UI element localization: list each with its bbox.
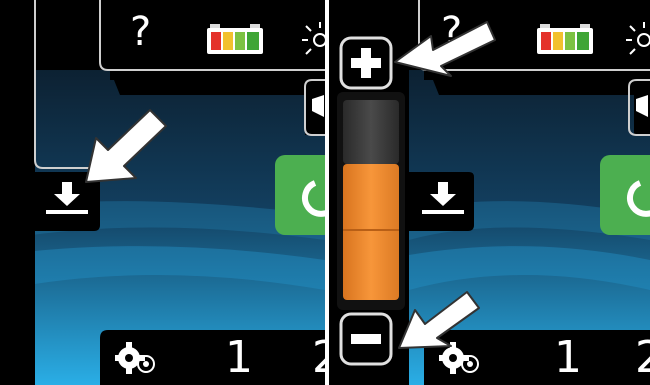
- volume-slider[interactable]: [343, 100, 399, 300]
- pointer-arrow-icon: [85, 109, 167, 183]
- download-icon[interactable]: [417, 180, 469, 220]
- horn-icon: [312, 95, 324, 117]
- mode-1-label[interactable]: 1: [554, 336, 582, 380]
- battery-icon: [537, 24, 593, 54]
- mode-2-label[interactable]: 2: [312, 336, 325, 380]
- mode-1-label[interactable]: 1: [225, 336, 253, 380]
- volume-up-button[interactable]: [339, 36, 393, 90]
- volume-down-button[interactable]: [339, 312, 393, 366]
- light-icon: [302, 22, 325, 55]
- right-screen: ? 1 2: [329, 0, 650, 385]
- power-button[interactable]: [600, 155, 650, 235]
- light-icon: [626, 22, 650, 55]
- pointer-arrow-icon: [398, 291, 480, 349]
- gears-icon[interactable]: [115, 338, 159, 378]
- battery-icon: [207, 24, 263, 54]
- help-icon[interactable]: ?: [130, 12, 151, 52]
- pointer-arrow-icon: [394, 21, 496, 77]
- horn-icon: [636, 95, 648, 117]
- left-screen: ? 1: [0, 0, 325, 385]
- power-button[interactable]: [275, 155, 325, 235]
- mode-2-label[interactable]: 2: [635, 336, 650, 380]
